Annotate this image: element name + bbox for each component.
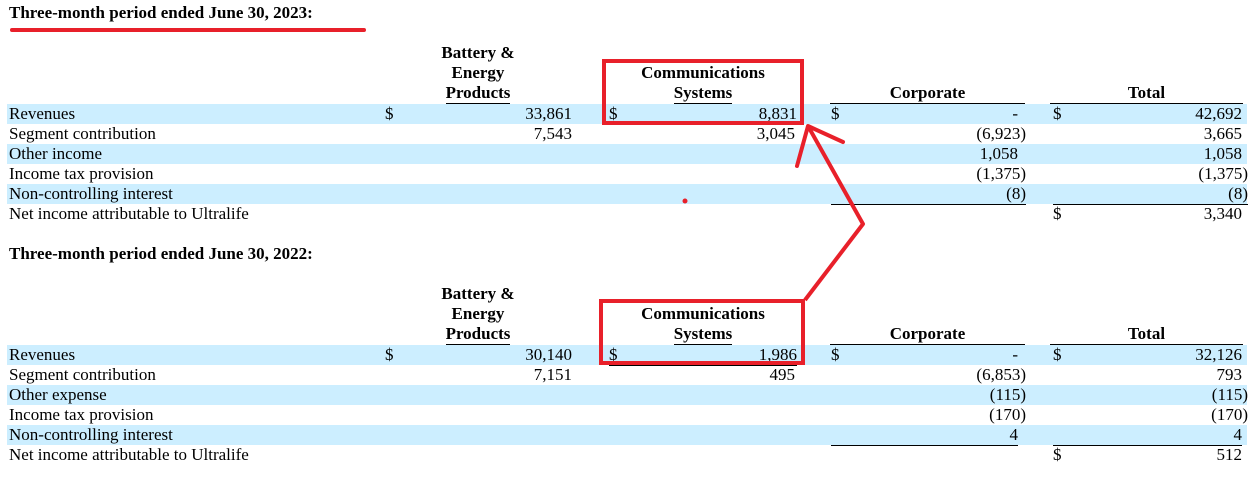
row-label-revenues: Revenues <box>9 104 76 123</box>
cell-battery: 7,151 <box>533 365 572 384</box>
cell-total: (1,375) <box>1198 164 1248 183</box>
row-label-segment-contribution: Segment contribution <box>9 365 156 384</box>
row-label-other-expense: Other expense <box>9 385 107 404</box>
cell-total: (115) <box>1211 385 1248 404</box>
highlight-box-comms-2023 <box>602 59 804 125</box>
cell-total: 1,058 <box>1203 144 1242 163</box>
cell-battery: 7,543 <box>533 124 572 143</box>
currency-symbol: $ <box>1053 204 1062 223</box>
currency-symbol: $ <box>1053 345 1062 364</box>
highlight-box-comms-2022 <box>599 299 805 365</box>
cell-corporate: 4 <box>831 425 1018 446</box>
cell-total: 3,665 <box>1203 124 1242 143</box>
currency-symbol: $ <box>1053 104 1062 123</box>
cell-corporate: - <box>1012 345 1018 364</box>
col-header-total-2022: Total <box>1050 324 1243 345</box>
currency-symbol: $ <box>385 345 394 364</box>
row-label-net-income: Net income attributable to Ultralife <box>9 204 249 223</box>
col-header-corporate-2022: Corporate <box>830 324 1025 345</box>
currency-symbol: $ <box>1053 445 1062 464</box>
row-label-income-tax: Income tax provision <box>9 164 154 183</box>
cell-corporate: (6,853) <box>976 365 1026 384</box>
cell-total: (8) <box>1053 184 1248 205</box>
row-label-income-tax: Income tax provision <box>9 405 154 424</box>
row-label-other-income: Other income <box>9 144 102 163</box>
cell-total: 793 <box>1216 365 1243 384</box>
cell-total: 512 <box>1216 445 1243 464</box>
cell-corporate: 1,058 <box>979 144 1018 163</box>
cell-comms: 3,045 <box>756 124 795 143</box>
row-label-non-controlling: Non-controlling interest <box>9 184 173 203</box>
cell-corporate: (170) <box>989 405 1026 424</box>
col-header-battery-2023: Battery & Energy Products <box>441 43 515 104</box>
row-label-revenues: Revenues <box>9 345 76 364</box>
cell-battery: 30,140 <box>525 345 572 364</box>
cell-corporate: (1,375) <box>976 164 1026 183</box>
section-title-2023: Three-month period ended June 30, 2023: <box>9 3 313 22</box>
cell-corporate: (115) <box>989 385 1026 404</box>
col-header-corporate-2023: Corporate <box>830 83 1025 104</box>
cell-total: 32,126 <box>1195 345 1242 364</box>
section-title-2022: Three-month period ended June 30, 2022: <box>9 244 313 263</box>
col-header-total-2023: Total <box>1050 83 1243 104</box>
cell-comms: 495 <box>769 365 796 384</box>
cell-total: (170) <box>1211 405 1248 424</box>
cell-corporate: (8) <box>831 184 1026 205</box>
cell-battery: 33,861 <box>525 104 572 123</box>
currency-symbol: $ <box>385 104 394 123</box>
cell-corporate: - <box>1012 104 1018 123</box>
row-band <box>7 385 1247 405</box>
col-header-battery-2022: Battery & Energy Products <box>441 284 515 345</box>
cell-total: 42,692 <box>1195 104 1242 123</box>
cell-total: 3,340 <box>1203 204 1242 223</box>
currency-symbol: $ <box>831 104 840 123</box>
row-label-non-controlling: Non-controlling interest <box>9 425 173 444</box>
row-band <box>7 144 1247 164</box>
currency-symbol: $ <box>831 345 840 364</box>
cell-corporate: (6,923) <box>976 124 1026 143</box>
row-label-segment-contribution: Segment contribution <box>9 124 156 143</box>
row-label-net-income: Net income attributable to Ultralife <box>9 445 249 464</box>
cell-total: 4 <box>1053 425 1242 446</box>
